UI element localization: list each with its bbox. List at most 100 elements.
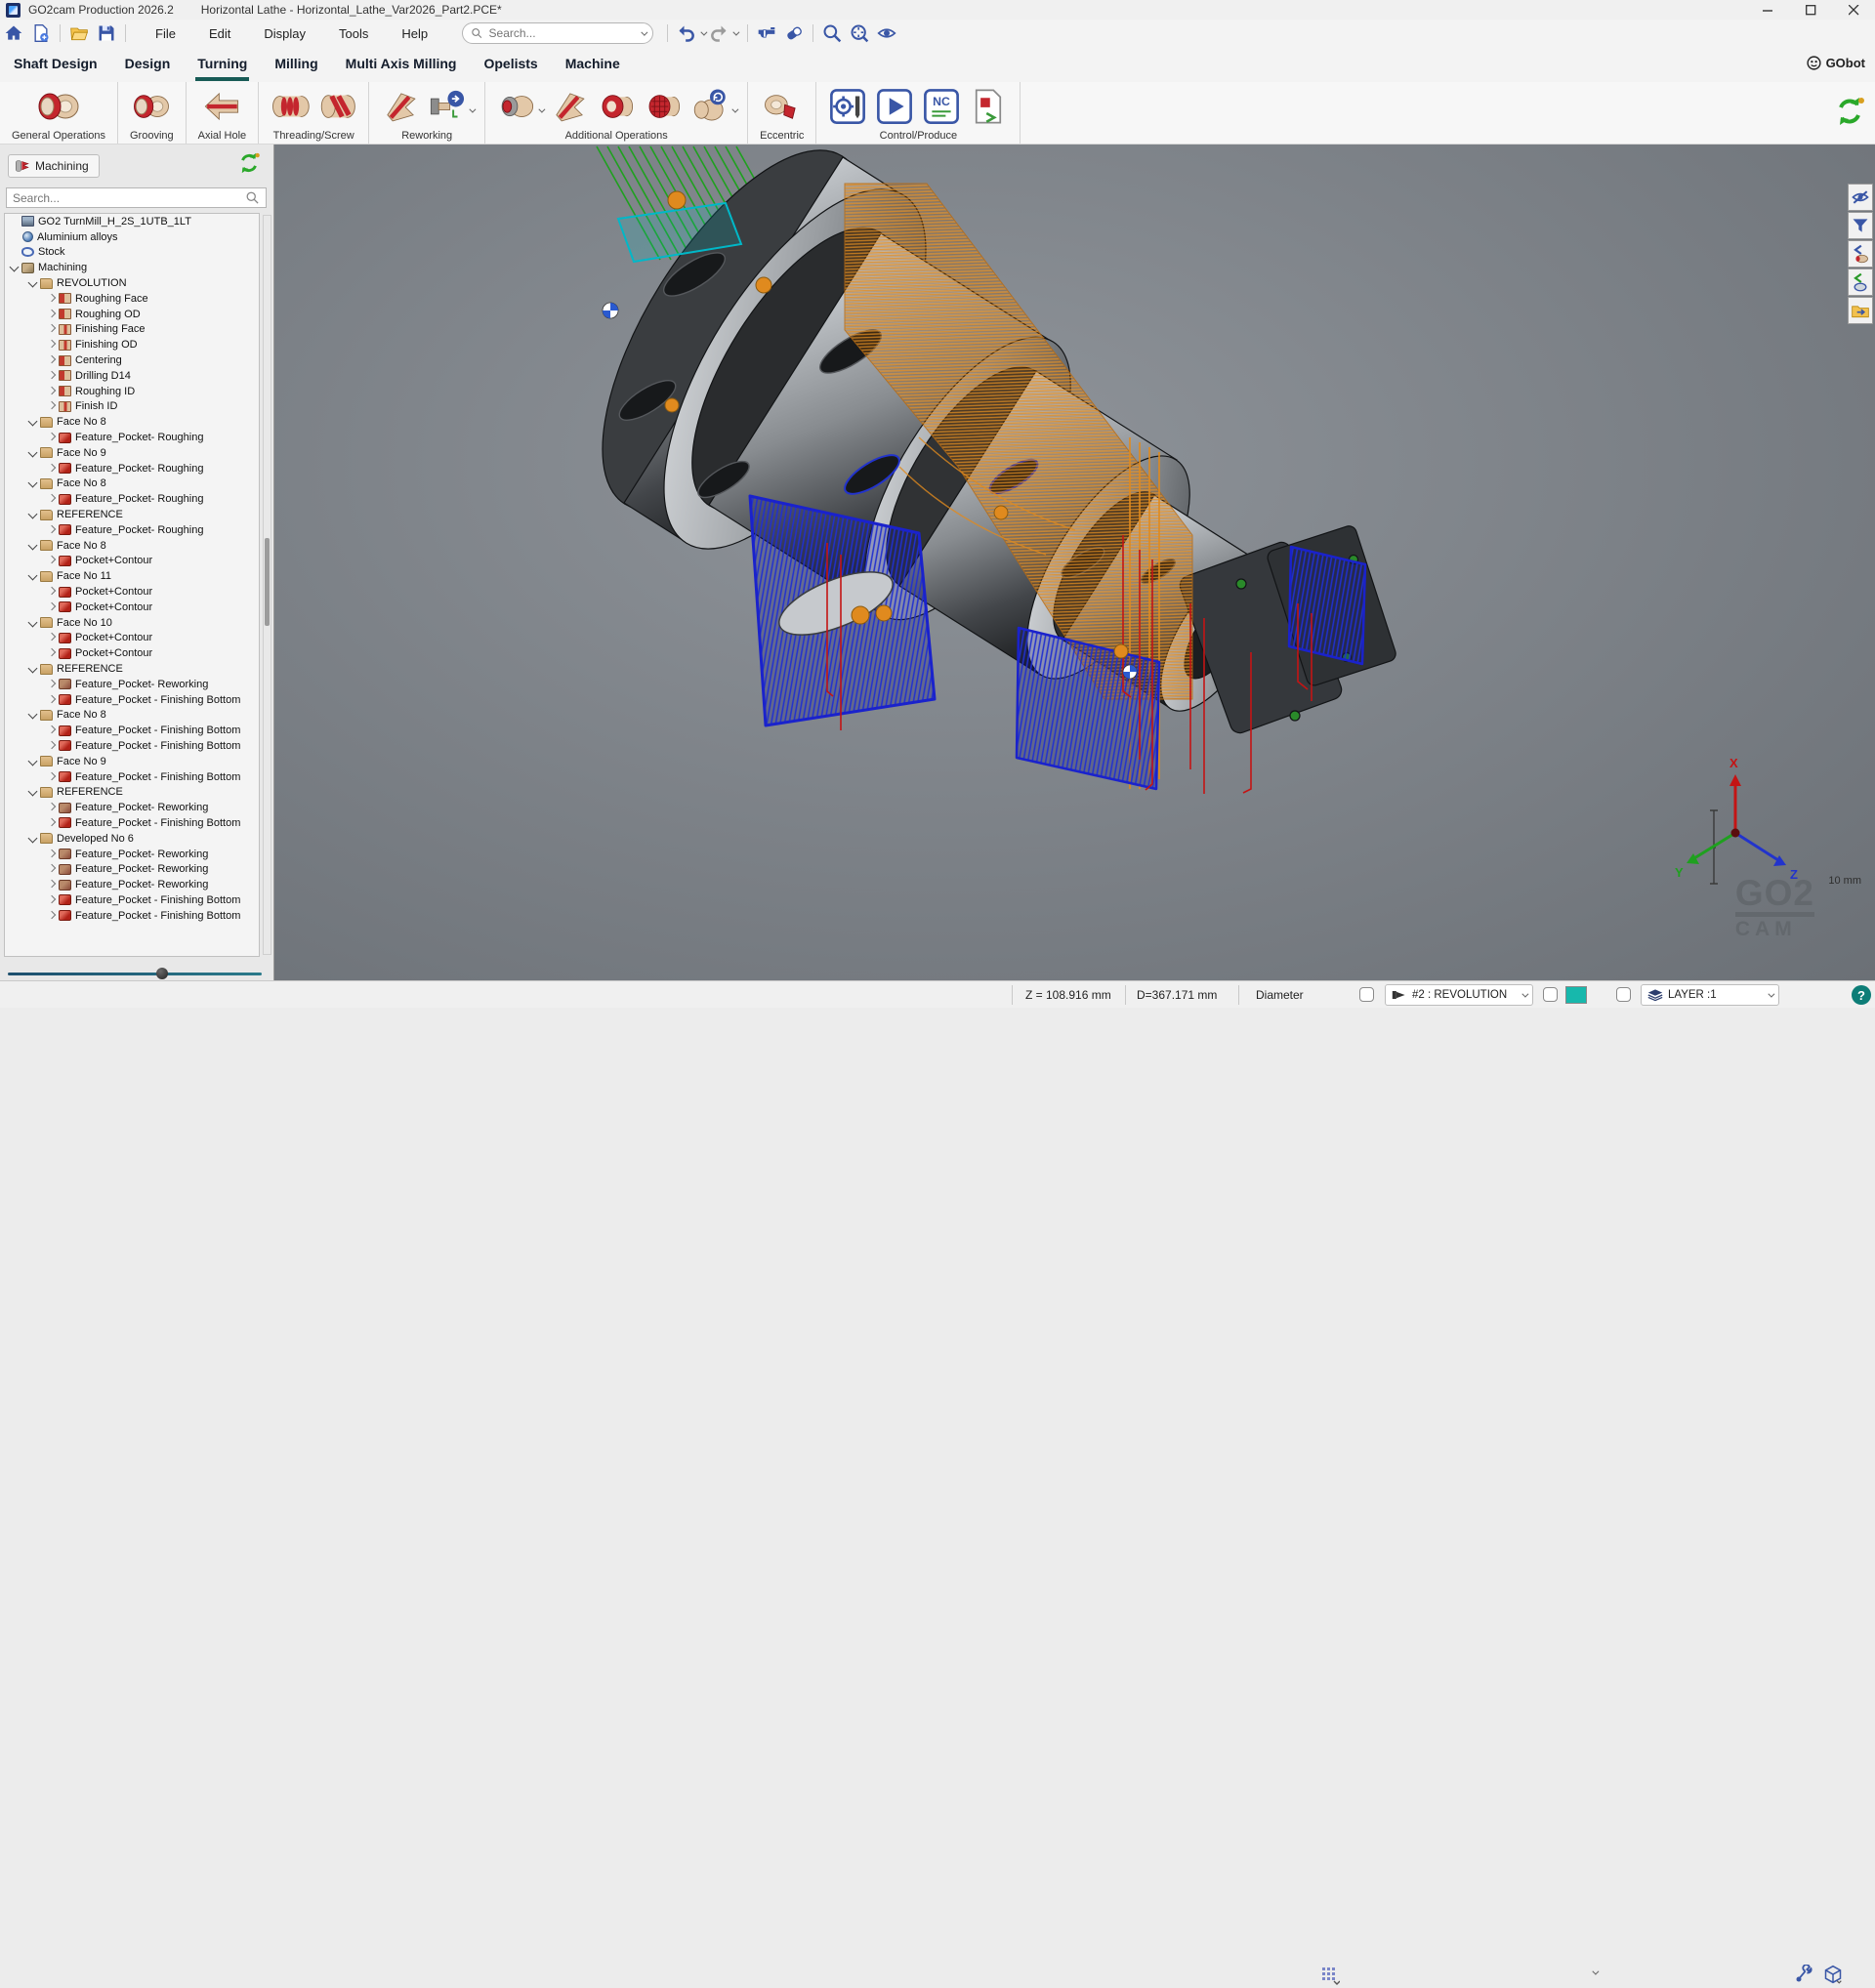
tree-item[interactable]: Feature_Pocket- Roughing — [5, 522, 259, 538]
expander-icon[interactable] — [44, 493, 59, 505]
expander-icon[interactable] — [44, 771, 59, 783]
tree-item[interactable]: Feature_Pocket- Roughing — [5, 461, 259, 476]
close-button[interactable] — [1832, 0, 1875, 20]
tree-item[interactable]: Machining — [5, 260, 259, 275]
eraser-icon[interactable] — [782, 22, 806, 44]
tree-item[interactable]: Pocket+Contour — [5, 645, 259, 661]
layer-checkbox[interactable] — [1616, 987, 1631, 1002]
tool-chevron-icon[interactable] — [539, 106, 546, 113]
machining-tab-button[interactable]: Machining — [8, 154, 100, 178]
ribbon-tool-button[interactable] — [642, 85, 685, 128]
home-icon[interactable] — [2, 22, 25, 44]
panel-refresh-icon[interactable] — [236, 150, 262, 181]
ribbon-tool-button[interactable] — [34, 82, 83, 131]
search-box[interactable] — [462, 22, 653, 44]
tree-item[interactable]: Face No 9 — [5, 445, 259, 461]
tree-item[interactable]: REVOLUTION — [5, 275, 259, 291]
expander-icon[interactable] — [44, 740, 59, 752]
tree-item[interactable]: Face No 8 — [5, 538, 259, 554]
color-checkbox[interactable] — [1543, 987, 1558, 1002]
tree-item[interactable]: Aluminium alloys — [5, 229, 259, 245]
tree-item[interactable]: Feature_Pocket- Reworking — [5, 800, 259, 815]
expander-icon[interactable] — [7, 262, 21, 273]
expander-icon[interactable] — [44, 293, 59, 305]
expander-icon[interactable] — [44, 802, 59, 813]
ribbon-tool-button[interactable] — [688, 85, 737, 128]
expander-icon[interactable] — [44, 817, 59, 829]
spindle-select[interactable]: #2 : REVOLUTION — [1385, 984, 1533, 1006]
menu-item[interactable]: Display — [247, 22, 322, 45]
tree-item[interactable]: Feature_Pocket- Roughing — [5, 491, 259, 507]
tree-item[interactable]: Pocket+Contour — [5, 600, 259, 615]
tree-item[interactable]: Feature_Pocket - Finishing Bottom — [5, 692, 259, 708]
expander-icon[interactable] — [44, 524, 59, 536]
tree-item[interactable]: Stock — [5, 245, 259, 261]
tree-horizontal-slider[interactable] — [8, 968, 262, 979]
search-input[interactable] — [489, 26, 641, 40]
tree-item[interactable]: Feature_Pocket- Reworking — [5, 861, 259, 877]
tree-item[interactable]: Pocket+Contour — [5, 631, 259, 646]
expander-icon[interactable] — [44, 894, 59, 906]
ribbon-tool-button[interactable] — [967, 85, 1010, 128]
redo-chevron-icon[interactable] — [732, 28, 739, 35]
ribbon-tab[interactable]: Opelists — [470, 48, 551, 81]
tree-item[interactable]: Finish ID — [5, 399, 259, 415]
ribbon-tab[interactable]: Milling — [261, 48, 331, 81]
tree-item[interactable]: REFERENCE — [5, 661, 259, 677]
ribbon-tab[interactable]: Shaft Design — [0, 48, 111, 81]
expander-icon[interactable] — [44, 339, 59, 351]
tree-item[interactable]: Feature_Pocket- Reworking — [5, 847, 259, 862]
layer-select[interactable]: LAYER :1 — [1641, 984, 1779, 1006]
ribbon-tab[interactable]: Machine — [552, 48, 634, 81]
expander-icon[interactable] — [44, 463, 59, 475]
expander-icon[interactable] — [44, 647, 59, 659]
tree-item[interactable]: Face No 10 — [5, 615, 259, 631]
tree-item[interactable]: Feature_Pocket - Finishing Bottom — [5, 738, 259, 754]
tree-item[interactable]: Face No 8 — [5, 414, 259, 430]
ribbon-tool-button[interactable] — [595, 85, 638, 128]
expander-icon[interactable] — [25, 709, 40, 721]
ribbon-tab[interactable]: Multi Axis Milling — [332, 48, 471, 81]
tool-chevron-icon[interactable] — [470, 106, 477, 113]
tree-item[interactable]: Feature_Pocket- Roughing — [5, 430, 259, 445]
ribbon-tool-button[interactable] — [920, 85, 963, 128]
ribbon-tool-button[interactable] — [761, 85, 804, 128]
expander-icon[interactable] — [44, 323, 59, 335]
expander-icon[interactable] — [25, 663, 40, 675]
ribbon-tool-button[interactable] — [130, 85, 173, 128]
color-swatch[interactable] — [1565, 986, 1587, 1004]
tree-item[interactable]: Finishing Face — [5, 322, 259, 338]
gobot-button[interactable]: GObot — [1806, 55, 1865, 71]
tree-item[interactable]: Feature_Pocket - Finishing Bottom — [5, 815, 259, 831]
ribbon-tool-button[interactable] — [269, 85, 312, 128]
expander-icon[interactable] — [44, 309, 59, 320]
tree-item[interactable]: Drilling D14 — [5, 368, 259, 384]
tree-item[interactable]: Face No 8 — [5, 476, 259, 492]
expander-icon[interactable] — [44, 632, 59, 643]
expander-icon[interactable] — [25, 509, 40, 520]
expander-icon[interactable] — [44, 910, 59, 922]
ribbon-refresh-icon[interactable] — [1832, 94, 1867, 134]
tree-item[interactable]: Face No 11 — [5, 568, 259, 584]
expander-icon[interactable] — [25, 617, 40, 629]
cube-view-icon[interactable] — [1822, 1965, 1844, 1987]
ribbon-tool-button[interactable] — [548, 85, 591, 128]
ribbon-tab[interactable]: Design — [111, 48, 185, 81]
tree-item[interactable]: Feature_Pocket - Finishing Bottom — [5, 769, 259, 785]
expander-icon[interactable] — [25, 540, 40, 552]
ribbon-tool-button[interactable] — [200, 85, 243, 128]
viewport-3d[interactable]: X Y Z 10 mm GO2 CAM — [274, 145, 1875, 980]
expander-icon[interactable] — [25, 570, 40, 582]
expander-icon[interactable] — [7, 246, 21, 258]
zoom-icon[interactable] — [820, 22, 844, 44]
expander-icon[interactable] — [44, 849, 59, 860]
grid-icon[interactable] — [1320, 1966, 1340, 1988]
expander-icon[interactable] — [25, 786, 40, 798]
minimize-button[interactable] — [1746, 0, 1789, 20]
ribbon-tool-button[interactable] — [873, 85, 916, 128]
viewport-tool-button[interactable] — [1848, 184, 1873, 211]
tree-item[interactable]: Roughing OD — [5, 307, 259, 322]
new-document-icon[interactable] — [29, 22, 53, 44]
ribbon-tab[interactable]: Turning — [184, 48, 261, 81]
maximize-button[interactable] — [1789, 0, 1832, 20]
